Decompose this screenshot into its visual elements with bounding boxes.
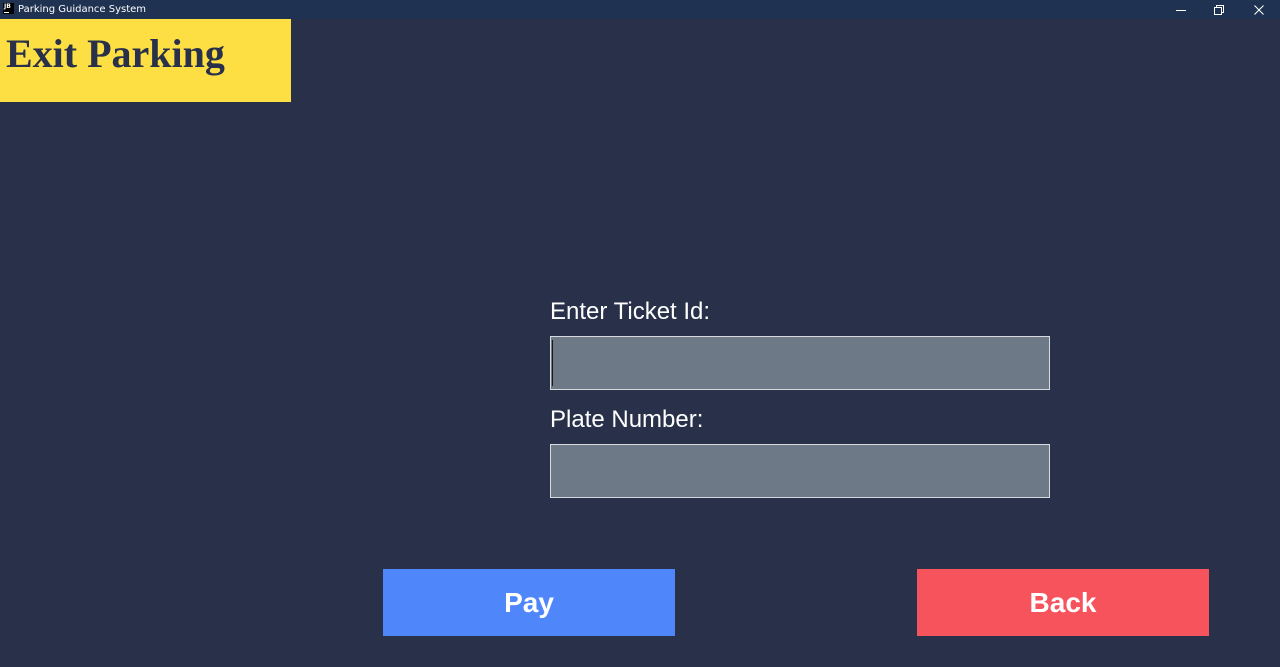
pay-button[interactable]: Pay [383, 569, 675, 636]
back-button[interactable]: Back [917, 569, 1209, 636]
app-icon: JB [3, 3, 14, 14]
plate-number-label: Plate Number: [550, 406, 704, 433]
page-title: Exit Parking [6, 31, 225, 76]
close-icon [1254, 4, 1264, 15]
restore-button[interactable] [1200, 0, 1238, 19]
ticket-id-input[interactable] [550, 336, 1050, 390]
ticket-id-label: Enter Ticket Id: [550, 298, 711, 325]
plate-number-input[interactable] [550, 444, 1050, 498]
close-button[interactable] [1240, 0, 1278, 19]
window-title: Parking Guidance System [18, 4, 147, 15]
header-banner: Exit Parking [0, 19, 291, 102]
minimize-button[interactable] [1162, 0, 1200, 19]
text-caret [552, 340, 553, 386]
restore-icon [1214, 4, 1224, 15]
window-titlebar: JB Parking Guidance System [0, 0, 1280, 19]
minimize-icon [1176, 5, 1186, 15]
